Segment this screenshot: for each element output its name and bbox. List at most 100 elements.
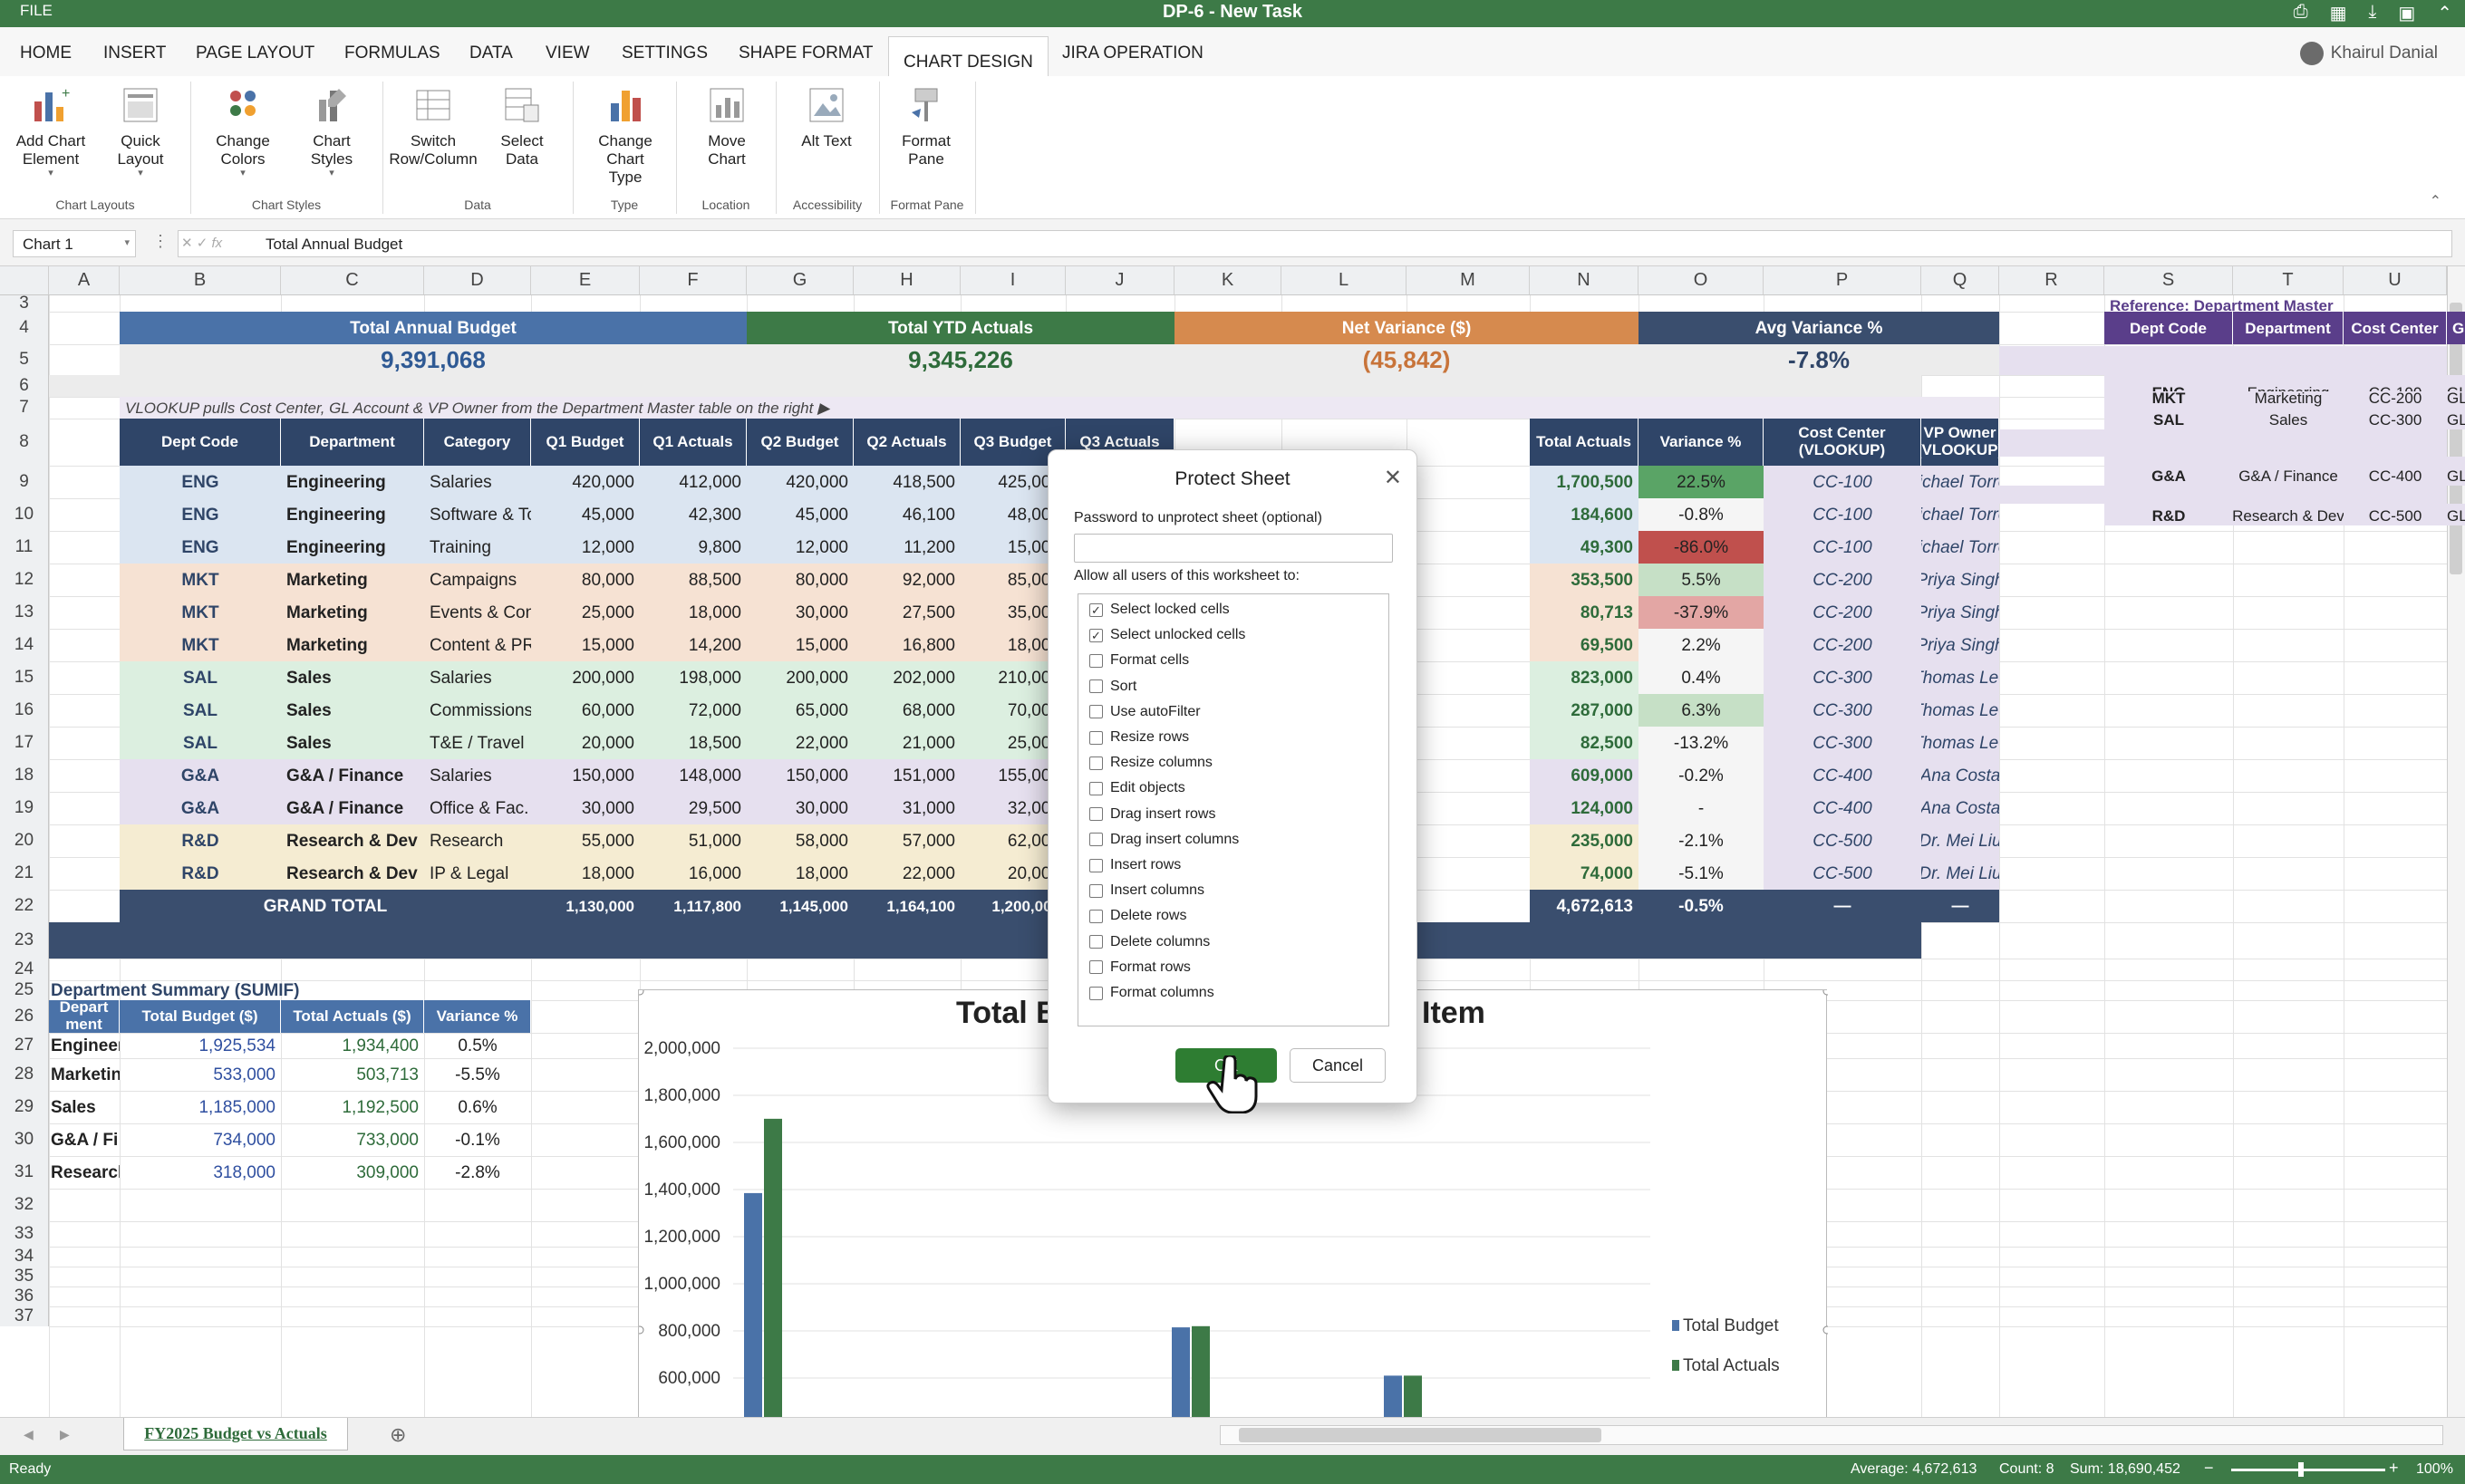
zoom-slider[interactable]: [2231, 1469, 2385, 1471]
password-input[interactable]: [1074, 534, 1393, 563]
download-icon[interactable]: ⤓: [2368, 2, 2376, 24]
zoom-out-icon[interactable]: −: [2204, 1459, 2214, 1478]
column-header[interactable]: F: [640, 266, 747, 295]
chart-styles-button[interactable]: Chart Styles ▾: [286, 85, 377, 178]
change-colors-button[interactable]: Change Colors ▾: [198, 85, 288, 178]
change-chart-type-button[interactable]: Change Chart Type: [580, 85, 671, 187]
tab-formulas[interactable]: FORMULAS: [344, 43, 440, 63]
collapse-ribbon-icon[interactable]: ⌃: [2430, 192, 2441, 210]
add-sheet-icon[interactable]: ⊕: [390, 1423, 406, 1447]
row-header[interactable]: 31: [0, 1156, 49, 1189]
column-header[interactable]: A: [49, 266, 120, 295]
column-header[interactable]: E: [531, 266, 640, 295]
row-header[interactable]: 17: [0, 727, 49, 759]
row-header[interactable]: 9: [0, 466, 49, 498]
row-header[interactable]: 19: [0, 792, 49, 824]
column-header[interactable]: Q: [1921, 266, 1999, 295]
column-header[interactable]: U: [2344, 266, 2447, 295]
row-header[interactable]: 27: [0, 1033, 49, 1058]
row-header[interactable]: 3: [0, 294, 49, 313]
print-icon[interactable]: ⎙: [2294, 2, 2308, 24]
move-chart-button[interactable]: Move Chart: [682, 85, 772, 169]
formula-input[interactable]: Total Annual Budget: [178, 230, 2452, 257]
row-header[interactable]: 20: [0, 824, 49, 857]
row-header[interactable]: 7: [0, 397, 49, 419]
permission-option[interactable]: Drag insert columns: [1089, 832, 1239, 848]
column-header[interactable]: K: [1174, 266, 1281, 295]
save-icon[interactable]: ▣: [2398, 2, 2415, 24]
checkbox[interactable]: ✓: [1089, 628, 1103, 642]
column-header[interactable]: P: [1764, 266, 1921, 295]
scrollbar-thumb[interactable]: [1239, 1428, 1601, 1442]
permission-option[interactable]: Edit objects: [1089, 780, 1185, 796]
row-header[interactable]: 10: [0, 498, 49, 531]
column-header[interactable]: O: [1638, 266, 1764, 295]
checkbox[interactable]: [1089, 960, 1103, 975]
checkbox[interactable]: [1089, 705, 1103, 719]
checkbox[interactable]: [1089, 883, 1103, 898]
row-header[interactable]: 21: [0, 857, 49, 890]
checkbox[interactable]: ✓: [1089, 602, 1103, 617]
column-header[interactable]: I: [961, 266, 1066, 295]
row-header[interactable]: 11: [0, 531, 49, 564]
add-chart-element-button[interactable]: + Add Chart Element ▾: [5, 85, 96, 178]
zoom-in-icon[interactable]: +: [2389, 1459, 2399, 1478]
row-header[interactable]: 32: [0, 1189, 49, 1221]
permission-option[interactable]: Sort: [1089, 679, 1136, 695]
checkbox[interactable]: [1089, 909, 1103, 923]
quick-layout-button[interactable]: Quick Layout ▾: [95, 85, 186, 178]
switch-row-column-button[interactable]: Switch Row/Column: [388, 85, 478, 169]
permission-option[interactable]: Format cells: [1089, 652, 1189, 669]
permission-option[interactable]: ✓ Select unlocked cells: [1089, 627, 1245, 643]
row-header[interactable]: 16: [0, 694, 49, 727]
tab-page-layout[interactable]: PAGE LAYOUT: [196, 43, 314, 63]
format-pane-button[interactable]: Format Pane: [881, 85, 972, 169]
permission-option[interactable]: Format columns: [1089, 985, 1214, 1001]
row-header[interactable]: 23: [0, 922, 49, 959]
checkbox[interactable]: [1089, 756, 1103, 770]
permission-option[interactable]: Resize columns: [1089, 755, 1213, 771]
row-header[interactable]: 36: [0, 1286, 49, 1306]
select-data-button[interactable]: Select Data: [477, 85, 567, 169]
row-header[interactable]: 30: [0, 1123, 49, 1156]
close-icon[interactable]: ✕: [1384, 465, 1402, 491]
column-header[interactable]: M: [1406, 266, 1530, 295]
column-header[interactable]: C: [281, 266, 424, 295]
more-options-icon[interactable]: ⋮: [152, 232, 169, 251]
permission-option[interactable]: Format rows: [1089, 959, 1191, 976]
tab-view[interactable]: VIEW: [546, 43, 590, 63]
checkbox[interactable]: [1089, 986, 1103, 1000]
tab-data[interactable]: DATA: [469, 43, 513, 63]
sheet-tab[interactable]: FY2025 Budget vs Actuals: [123, 1418, 348, 1450]
checkbox[interactable]: [1089, 807, 1103, 822]
row-header[interactable]: 37: [0, 1306, 49, 1326]
alt-text-button[interactable]: Alt Text: [781, 85, 872, 150]
row-header[interactable]: 25: [0, 980, 49, 1000]
collapse-icon[interactable]: ⌃: [2437, 2, 2452, 24]
row-header[interactable]: 13: [0, 596, 49, 629]
row-header[interactable]: 28: [0, 1058, 49, 1091]
column-header[interactable]: T: [2233, 266, 2344, 295]
row-header[interactable]: 4: [0, 312, 49, 344]
row-header[interactable]: 15: [0, 661, 49, 694]
column-header[interactable]: J: [1066, 266, 1174, 295]
permission-option[interactable]: Insert columns: [1089, 882, 1204, 899]
checkbox[interactable]: [1089, 935, 1103, 949]
row-header[interactable]: 34: [0, 1247, 49, 1267]
checkbox[interactable]: [1089, 858, 1103, 872]
permission-option[interactable]: Delete rows: [1089, 908, 1186, 924]
row-header[interactable]: 22: [0, 890, 49, 922]
name-box[interactable]: Chart 1 ▾: [13, 230, 136, 257]
row-header[interactable]: 33: [0, 1221, 49, 1247]
column-header[interactable]: N: [1530, 266, 1638, 295]
checkbox[interactable]: [1089, 679, 1103, 694]
user-account[interactable]: Khairul Danial: [2299, 42, 2438, 65]
prev-sheet-icon[interactable]: ◀: [24, 1427, 34, 1442]
tab-shape-format[interactable]: SHAPE FORMAT: [739, 43, 874, 63]
permission-option[interactable]: Use autoFilter: [1089, 704, 1201, 720]
horizontal-scrollbar[interactable]: [1220, 1425, 2443, 1445]
permission-option[interactable]: Delete columns: [1089, 934, 1210, 950]
tab-chart-design[interactable]: CHART DESIGN: [888, 36, 1049, 78]
zoom-slider-thumb[interactable]: [2298, 1462, 2304, 1477]
tab-insert[interactable]: INSERT: [103, 43, 166, 63]
